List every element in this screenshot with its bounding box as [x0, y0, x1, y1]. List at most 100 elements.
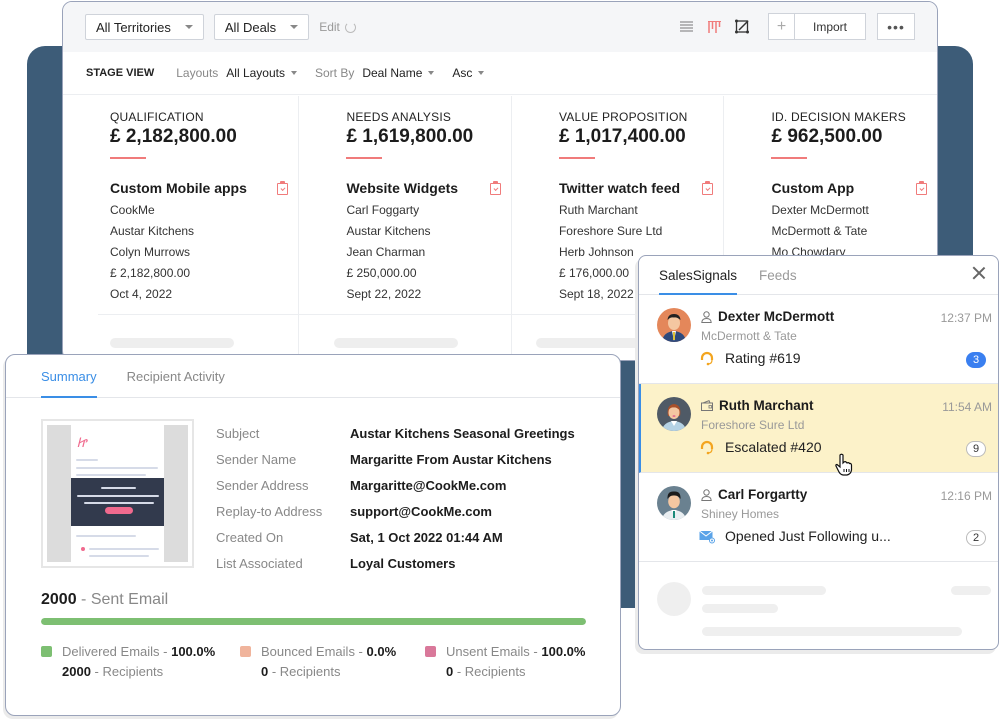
legend-pct: 100.0%: [171, 644, 216, 659]
sort-field-value: Deal Name: [362, 66, 423, 80]
signal-name-row: Ruth Marchant: [701, 398, 814, 413]
more-options-button[interactable]: •••: [877, 13, 915, 40]
layouts-dropdown[interactable]: All Layouts: [226, 66, 297, 80]
skeleton-line: [951, 586, 991, 595]
stage-column-needs-analysis: NEEDS ANALYSIS £ 1,619,800.00 Website Wi…: [299, 96, 512, 360]
signals-tabs: SalesSignals Feeds: [639, 256, 998, 295]
deal-title: Website Widgets: [346, 180, 459, 196]
sort-field-dropdown[interactable]: Deal Name: [362, 66, 435, 80]
deal-account: Austar Kitchens: [346, 224, 431, 238]
avatar: [657, 308, 691, 342]
legend-pct: 100.0%: [541, 644, 586, 659]
canvas-view-icon[interactable]: [734, 18, 752, 36]
legend-count-label: - Recipients: [90, 664, 164, 679]
bullet-icon: [81, 547, 85, 551]
chevron-down-icon: [290, 25, 299, 29]
signal-contact-name: Dexter McDermott: [718, 309, 835, 324]
preview-line: [89, 548, 159, 550]
deal-contact: Carl Foggarty: [346, 203, 420, 217]
field-label: Subject: [216, 425, 260, 441]
preview-banner: [71, 478, 164, 526]
sort-order-dropdown[interactable]: Asc: [452, 66, 485, 80]
field-sender-address: Sender Address Margaritte@CookMe.com: [216, 472, 575, 498]
sent-email-count: 2000 - Sent Email: [41, 591, 168, 609]
deal-card[interactable]: Custom App Dexter McDermott McDermott & …: [771, 180, 937, 259]
signal-item[interactable]: Carl Forgartty Shiney Homes 12:16 PM Ope…: [639, 473, 998, 562]
preview-line: [76, 459, 98, 461]
list-view-icon[interactable]: [678, 18, 696, 36]
summary-tabs: Summary Recipient Activity: [6, 355, 620, 398]
preview-line: [89, 555, 149, 557]
signal-count-badge: 2: [966, 530, 986, 546]
avatar: [657, 397, 691, 431]
territory-dropdown-label: All Territories: [96, 19, 171, 35]
deal-contact: Ruth Marchant: [558, 203, 638, 217]
edit-button[interactable]: Edit: [319, 20, 356, 34]
signal-message: Escalated #420: [700, 439, 822, 455]
signal-company: Shiney Homes: [701, 507, 780, 521]
preview-line: [76, 474, 146, 476]
stage-underline: [110, 157, 146, 159]
tab-recipient-activity[interactable]: Recipient Activity: [127, 369, 225, 397]
task-icon[interactable]: [277, 181, 289, 195]
preview-line: [77, 495, 159, 497]
deal-account: Austar Kitchens: [110, 224, 195, 238]
signal-contact-name: Ruth Marchant: [719, 398, 814, 413]
bounced-swatch: [240, 646, 251, 657]
task-icon[interactable]: [702, 181, 714, 195]
deal-card[interactable]: Website Widgets Carl Foggarty Austar Kit…: [346, 180, 511, 301]
signal-item[interactable]: Ruth Marchant Foreshore Sure Ltd 11:54 A…: [639, 384, 998, 473]
tab-salessignals[interactable]: SalesSignals: [659, 268, 738, 295]
account-icon: [701, 400, 713, 411]
preview-line: [76, 467, 158, 469]
preview-line: [84, 502, 154, 504]
deal-owner: Colyn Murrows: [110, 245, 191, 259]
deal-account: McDermott & Tate: [771, 224, 868, 238]
stage-underline: [346, 157, 383, 159]
skeleton-line: [702, 586, 826, 595]
skeleton-avatar: [657, 582, 691, 616]
email-details: Subject Austar Kitchens Seasonal Greeting…: [216, 420, 575, 576]
sales-signals-panel: SalesSignals Feeds Dexter McDermott McDe…: [638, 255, 999, 650]
field-value: Austar Kitchens Seasonal Greetings: [350, 425, 575, 441]
deal-title: Twitter watch feed: [558, 180, 681, 196]
preview-canvas: Ꮵ: [47, 425, 188, 562]
toolbar: All Territories All Deals Edit + Import: [63, 2, 937, 52]
loading-placeholder: [334, 338, 459, 348]
deal-owner: Jean Charman: [346, 245, 426, 259]
import-button[interactable]: Import: [795, 14, 865, 39]
signal-item[interactable]: Dexter McDermott McDermott & Tate 12:37 …: [639, 295, 998, 384]
signal-time: 12:16 PM: [940, 489, 992, 503]
stage-underline: [558, 157, 595, 159]
sort-by-label: Sort By: [314, 66, 355, 80]
deal-closing-date: Sept 22, 2022: [346, 287, 422, 301]
field-label: Sender Address: [216, 477, 309, 493]
contact-icon: [701, 488, 712, 501]
deal-card[interactable]: Custom Mobile apps CookMe Austar Kitchen…: [110, 180, 298, 301]
refresh-icon: [344, 21, 356, 33]
loading-placeholder: [110, 338, 234, 348]
legend-label: Unsent Emails -: [446, 644, 542, 659]
support-headset-icon: [700, 440, 714, 455]
field-value: support@CookMe.com: [350, 503, 492, 519]
unsent-swatch: [425, 646, 436, 657]
deals-dropdown[interactable]: All Deals: [213, 14, 310, 40]
stage-view-label: STAGE VIEW: [86, 67, 155, 79]
deal-closing-date: Oct 4, 2022: [110, 287, 173, 301]
close-icon[interactable]: [972, 266, 986, 280]
territory-dropdown[interactable]: All Territories: [85, 14, 204, 40]
contact-icon: [701, 310, 712, 323]
task-icon[interactable]: [489, 181, 501, 195]
tab-summary[interactable]: Summary: [41, 369, 97, 398]
delivery-progress-fill: [41, 618, 586, 625]
sent-label: - Sent Email: [81, 591, 169, 608]
add-deal-button[interactable]: +: [769, 14, 795, 39]
email-template-preview[interactable]: Ꮵ: [41, 419, 194, 568]
task-icon[interactable]: [916, 181, 927, 195]
chevron-down-icon: [290, 71, 297, 75]
stage-total: £ 962,500.00: [771, 126, 883, 147]
kanban-view-icon[interactable]: [706, 18, 724, 36]
tab-feeds[interactable]: Feeds: [759, 268, 797, 294]
field-created-on: Created On Sat, 1 Oct 2022 01:44 AM: [216, 524, 575, 550]
signal-message: Opened Just Following u...: [699, 528, 891, 544]
